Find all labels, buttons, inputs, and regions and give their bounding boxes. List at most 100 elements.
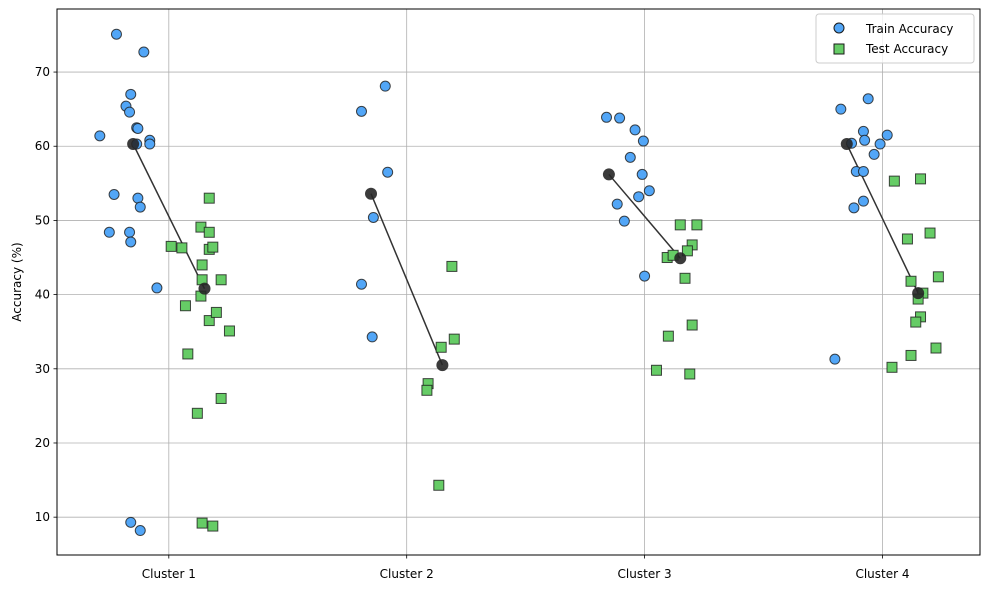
train-point xyxy=(829,353,841,365)
test-point xyxy=(207,241,219,253)
train-point xyxy=(601,111,613,123)
train-point xyxy=(103,226,115,238)
train-points xyxy=(94,28,893,537)
test-point xyxy=(930,342,942,354)
train-point xyxy=(636,168,648,180)
train-point xyxy=(367,211,379,223)
train-point xyxy=(633,191,645,203)
test-point xyxy=(674,219,686,231)
mean-lines xyxy=(132,143,919,366)
test-point xyxy=(886,361,898,373)
train-point xyxy=(611,198,623,210)
y-tick-label: 60 xyxy=(35,139,50,153)
test-point xyxy=(203,226,215,238)
test-point xyxy=(446,260,458,272)
legend-train-label: Train Accuracy xyxy=(865,22,953,36)
train-point xyxy=(151,282,163,294)
train-point xyxy=(138,46,150,58)
train-point xyxy=(355,105,367,117)
y-tick-label: 30 xyxy=(35,362,50,376)
train-point xyxy=(835,103,847,115)
x-tick-label: Cluster 3 xyxy=(618,567,672,581)
test-mean-marker xyxy=(912,287,925,300)
train-point xyxy=(379,80,391,92)
test-point xyxy=(182,348,194,360)
test-point xyxy=(650,364,662,376)
train-point xyxy=(125,236,137,248)
test-point xyxy=(203,192,215,204)
train-point xyxy=(643,185,655,197)
test-point xyxy=(223,325,235,337)
legend-train-marker-icon xyxy=(833,22,845,34)
train-point xyxy=(125,88,137,100)
train-mean-marker xyxy=(365,187,378,200)
test-point xyxy=(910,316,922,328)
train-point xyxy=(639,270,651,282)
train-point xyxy=(614,112,626,124)
train-point xyxy=(857,125,869,137)
train-point xyxy=(874,138,886,150)
mean-markers xyxy=(127,138,925,372)
legend: Train Accuracy Test Accuracy xyxy=(815,13,975,64)
grid xyxy=(57,9,980,555)
x-tick-label: Cluster 2 xyxy=(380,567,434,581)
x-tick-label: Cluster 4 xyxy=(855,567,909,581)
y-axis-label: Accuracy (%) xyxy=(10,242,24,321)
train-point xyxy=(868,148,880,160)
train-point xyxy=(355,278,367,290)
train-point xyxy=(94,130,106,142)
test-points xyxy=(165,173,944,532)
test-point xyxy=(196,517,208,529)
legend-test-label: Test Accuracy xyxy=(865,42,948,56)
train-point xyxy=(637,135,649,147)
test-point xyxy=(888,175,900,187)
train-mean-marker xyxy=(127,138,140,151)
legend-test-marker-icon xyxy=(833,43,845,55)
train-point xyxy=(857,195,869,207)
y-tick-label: 40 xyxy=(35,288,50,302)
test-point xyxy=(176,242,188,254)
test-point xyxy=(905,275,917,287)
train-point xyxy=(848,202,860,214)
test-point xyxy=(421,384,433,396)
train-point xyxy=(108,188,120,200)
test-point xyxy=(915,173,927,185)
train-point xyxy=(144,138,156,150)
train-point xyxy=(881,129,893,141)
y-tick-label: 10 xyxy=(35,510,50,524)
y-tick-label: 70 xyxy=(35,65,50,79)
x-tick-label: Cluster 1 xyxy=(142,567,196,581)
train-point xyxy=(132,122,144,134)
train-point xyxy=(618,215,630,227)
y-axis-ticks: 10 20 30 40 50 60 70 xyxy=(35,65,57,524)
test-point xyxy=(191,407,203,419)
train-point xyxy=(624,151,636,163)
train-point xyxy=(132,192,144,204)
test-point xyxy=(433,479,445,491)
train-point xyxy=(859,134,871,146)
test-mean-marker xyxy=(674,252,687,265)
test-mean-marker xyxy=(436,359,449,372)
test-point xyxy=(901,233,913,245)
train-point xyxy=(134,525,146,537)
test-point xyxy=(207,520,219,532)
plot-frame xyxy=(56,8,981,556)
test-point xyxy=(691,219,703,231)
test-point xyxy=(448,333,460,345)
test-point xyxy=(215,392,227,404)
test-point xyxy=(215,274,227,286)
train-point xyxy=(124,226,136,238)
test-point xyxy=(435,341,447,353)
test-point xyxy=(686,319,698,331)
test-point xyxy=(905,349,917,361)
test-point xyxy=(662,330,674,342)
train-mean-marker xyxy=(602,168,615,181)
train-point xyxy=(857,165,869,177)
y-tick-label: 20 xyxy=(35,436,50,450)
test-point xyxy=(679,272,691,284)
train-point xyxy=(629,124,641,136)
train-point xyxy=(110,28,122,40)
test-point xyxy=(165,240,177,252)
train-point xyxy=(382,166,394,178)
train-point xyxy=(366,331,378,343)
